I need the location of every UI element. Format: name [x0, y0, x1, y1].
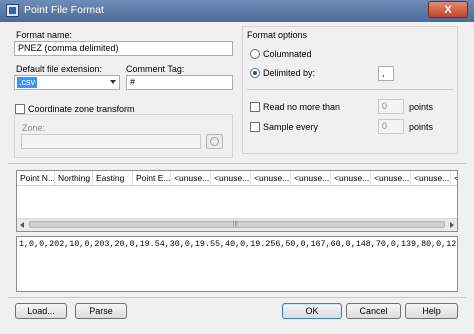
columnated-radio[interactable] [250, 49, 260, 59]
column-header[interactable]: Point N... [17, 171, 55, 185]
ok-button[interactable]: OK [282, 303, 342, 319]
chevron-down-icon [110, 80, 116, 84]
delimited-label: Delimited by: [263, 68, 316, 78]
scroll-left-icon[interactable] [20, 222, 24, 228]
file-extension-select[interactable]: .csv [14, 75, 120, 90]
comment-tag-input[interactable]: # [126, 75, 233, 90]
delimited-radio[interactable] [250, 68, 260, 78]
read-limit-unit: points [409, 102, 434, 112]
sample-label: Sample every [263, 122, 319, 132]
column-header[interactable]: Easting [93, 171, 133, 185]
delimiter-input[interactable]: , [378, 66, 394, 81]
zone-browse-button[interactable] [206, 134, 223, 149]
coordinate-transform-label: Coordinate zone transform [28, 104, 135, 114]
column-header[interactable]: <unuse... [251, 171, 291, 185]
grip-icon: ||| [233, 221, 238, 227]
window-title: Point File Format [24, 4, 104, 16]
column-header[interactable]: <unuse... [291, 171, 331, 185]
comment-tag-label: Comment Tag: [126, 64, 185, 74]
column-header-row: Point N... Northing Easting Point E... <unus… [17, 171, 457, 186]
read-limit-label: Read no more than [263, 102, 341, 112]
column-header[interactable]: <unuse... [371, 171, 411, 185]
format-name-label: Format name: [16, 30, 73, 40]
sample-unit: points [409, 122, 434, 132]
help-button[interactable]: Help [405, 303, 458, 319]
horizontal-scrollbar[interactable]: ||| [17, 218, 457, 231]
zone-label: Zone: [22, 123, 46, 133]
file-extension-value: .csv [17, 77, 38, 88]
close-button[interactable]: X [428, 1, 468, 18]
file-extension-label: Default file extension: [16, 64, 103, 74]
section-divider [8, 163, 466, 164]
column-header[interactable]: <unuse... [171, 171, 211, 185]
column-header[interactable]: Point E... [133, 171, 171, 185]
sample-input[interactable]: 0 [378, 119, 404, 134]
scrollbar-thumb[interactable]: ||| [29, 221, 445, 228]
app-icon [6, 4, 19, 17]
column-header[interactable]: <unuse... [331, 171, 371, 185]
read-limit-checkbox[interactable] [250, 102, 260, 112]
preview-box: 1,0,0,202,10,0,203,20,0,19.54,30,0,19.55… [16, 236, 458, 292]
sample-checkbox[interactable] [250, 122, 260, 132]
cancel-button[interactable]: Cancel [346, 303, 401, 319]
format-name-input[interactable]: PNEZ (comma delimited) [14, 41, 233, 56]
column-header[interactable]: Northing [55, 171, 93, 185]
title-bar: Point File Format X [0, 0, 474, 22]
zone-input[interactable] [21, 134, 201, 149]
columnated-label: Columnated [263, 49, 312, 59]
column-table[interactable]: Point N... Northing Easting Point E... <unus… [16, 170, 458, 232]
parse-button[interactable]: Parse [75, 303, 127, 319]
globe-icon [210, 137, 219, 146]
format-options-title: Format options [247, 30, 308, 40]
preview-text: 1,0,0,202,10,0,203,20,0,19.54,30,0,19.55… [19, 239, 458, 249]
divider [247, 89, 453, 90]
column-header[interactable]: <unuse... [451, 171, 457, 185]
format-options-group [242, 26, 458, 154]
coordinate-transform-checkbox[interactable] [15, 104, 25, 114]
footer-divider [8, 297, 466, 298]
column-header[interactable]: <unuse... [211, 171, 251, 185]
read-limit-input[interactable]: 0 [378, 99, 404, 114]
scroll-right-icon[interactable] [450, 222, 454, 228]
load-button[interactable]: Load... [15, 303, 67, 319]
column-header[interactable]: <unuse... [411, 171, 451, 185]
